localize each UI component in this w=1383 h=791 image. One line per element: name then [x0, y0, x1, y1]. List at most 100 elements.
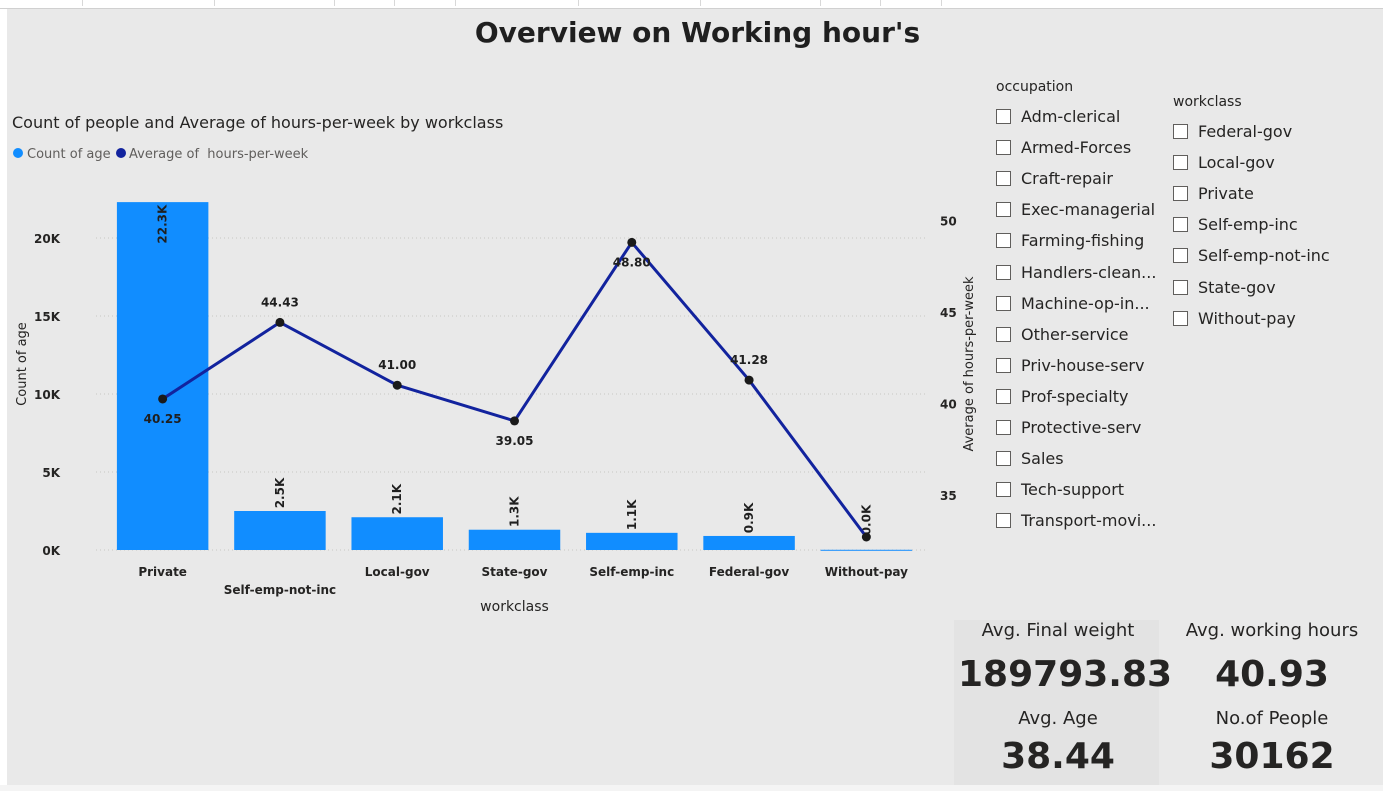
option-label: Craft-repair	[1021, 169, 1114, 189]
checkbox[interactable]	[996, 451, 1011, 467]
option-label: State-gov	[1198, 277, 1276, 297]
line-data-label: 48.80	[613, 255, 651, 269]
option-label: Sales	[1021, 449, 1064, 469]
workclass-option[interactable]: Local-gov	[1173, 147, 1330, 178]
checkbox[interactable]	[996, 295, 1011, 311]
occupation-option[interactable]: Priv-house-serv	[996, 350, 1156, 381]
checkbox[interactable]	[996, 202, 1011, 218]
line-data-label: 41.00	[378, 358, 416, 372]
y2-tick-label: 45	[940, 306, 957, 320]
option-label: Transport-movi...	[1021, 511, 1157, 531]
option-label: Priv-house-serv	[1021, 355, 1145, 375]
checkbox[interactable]	[996, 171, 1011, 187]
checkbox[interactable]	[996, 326, 1011, 342]
option-label: Handlers-clean...	[1021, 262, 1157, 282]
occupation-option[interactable]: Protective-serv	[996, 412, 1156, 443]
y2-axis-title: Average of hours-per-week	[962, 276, 977, 452]
line-data-label: 44.43	[261, 295, 299, 309]
option-label: Self-emp-inc	[1198, 215, 1298, 235]
occupation-option[interactable]: Exec-managerial	[996, 194, 1156, 225]
checkbox[interactable]	[996, 140, 1011, 156]
occupation-option[interactable]: Farming-fishing	[996, 225, 1156, 256]
y2-tick-label: 35	[940, 489, 957, 503]
bar-data-label: 2.1K	[390, 483, 404, 514]
x-tick-label: Local-gov	[365, 565, 430, 579]
bar	[468, 529, 561, 550]
bar-data-label: 22.3K	[156, 204, 170, 244]
checkbox[interactable]	[996, 357, 1011, 373]
legend-marker-count	[13, 148, 23, 158]
bar-data-label: 0.9K	[742, 502, 756, 533]
legend-marker-hours	[116, 148, 126, 158]
x-tick-label: Without-pay	[825, 565, 908, 579]
avg-working-hours-value: 40.93	[1215, 654, 1329, 695]
checkbox[interactable]	[1173, 279, 1188, 295]
option-label: Exec-managerial	[1021, 200, 1156, 220]
workclass-option[interactable]: Private	[1173, 178, 1330, 209]
y-tick-label: 0K	[42, 544, 60, 558]
bar	[703, 535, 795, 550]
occupation-slicer[interactable]: occupation Adm-clerical Armed-Forces Cra…	[996, 79, 1156, 536]
workclass-option[interactable]: State-gov	[1173, 271, 1330, 302]
occupation-option[interactable]: Craft-repair	[996, 163, 1156, 194]
line-point	[275, 317, 285, 327]
occupation-option[interactable]: Prof-specialty	[996, 381, 1156, 412]
occupation-option[interactable]: Tech-support	[996, 474, 1156, 505]
checkbox[interactable]	[1173, 217, 1188, 233]
occupation-option[interactable]: Armed-Forces	[996, 132, 1156, 163]
checkbox[interactable]	[1173, 186, 1188, 202]
workclass-option[interactable]: Without-pay	[1173, 303, 1330, 334]
occupation-option[interactable]: Handlers-clean...	[996, 256, 1156, 287]
option-label: Other-service	[1021, 324, 1129, 344]
option-label: Machine-op-in...	[1021, 293, 1150, 313]
checkbox[interactable]	[996, 388, 1011, 404]
checkbox[interactable]	[1173, 310, 1188, 326]
line-point	[744, 375, 754, 385]
workclass-slicer-title: workclass	[1173, 94, 1242, 110]
workclass-slicer[interactable]: workclass Federal-gov Local-gov Private …	[1173, 94, 1330, 334]
occupation-option[interactable]: Sales	[996, 443, 1156, 474]
bar	[234, 511, 326, 550]
occupation-option[interactable]: Adm-clerical	[996, 101, 1156, 132]
occupation-option[interactable]: Machine-op-in...	[996, 288, 1156, 319]
y2-tick-label: 50	[940, 214, 957, 228]
legend-label-hours: Average of hours-per-week	[129, 147, 309, 162]
bar	[820, 549, 913, 551]
checkbox[interactable]	[996, 233, 1011, 249]
checkbox[interactable]	[1173, 155, 1188, 171]
occupation-option[interactable]: Other-service	[996, 319, 1156, 350]
line-data-label: 41.28	[730, 353, 768, 367]
line-point	[158, 394, 168, 404]
bar	[116, 202, 209, 550]
checkbox[interactable]	[1173, 124, 1188, 140]
checkbox[interactable]	[996, 109, 1011, 125]
workclass-option[interactable]: Self-emp-inc	[1173, 209, 1330, 240]
checkbox[interactable]	[996, 482, 1011, 498]
option-label: Farming-fishing	[1021, 231, 1145, 251]
checkbox[interactable]	[1173, 248, 1188, 264]
workclass-option[interactable]: Self-emp-not-inc	[1173, 240, 1330, 271]
line-data-label: 40.25	[144, 412, 182, 426]
line-point	[392, 380, 402, 390]
x-tick-label: State-gov	[482, 565, 548, 579]
occupation-slicer-title: occupation	[996, 79, 1074, 95]
bar-data-label: 2.5K	[273, 477, 287, 508]
no-of-people-value: 30162	[1209, 736, 1335, 777]
option-label: Prof-specialty	[1021, 386, 1129, 406]
line-point	[627, 237, 637, 247]
bar-data-label: 1.1K	[625, 499, 639, 530]
legend-label-count: Count of age	[27, 147, 111, 162]
checkbox[interactable]	[996, 513, 1011, 529]
hours-line	[161, 240, 868, 538]
x-axis-title: workclass	[480, 599, 549, 615]
option-label: Self-emp-not-inc	[1198, 246, 1330, 266]
checkbox[interactable]	[996, 419, 1011, 435]
workclass-option[interactable]: Federal-gov	[1173, 116, 1330, 147]
checkbox[interactable]	[996, 264, 1011, 280]
option-label: Tech-support	[1021, 480, 1125, 500]
occupation-slicer-list: Adm-clerical Armed-Forces Craft-repair E…	[996, 101, 1156, 536]
occupation-option[interactable]: Transport-movi...	[996, 505, 1156, 536]
option-label: Private	[1198, 184, 1254, 204]
line-point	[510, 416, 519, 426]
avg-age-label: Avg. Age	[1018, 708, 1098, 729]
